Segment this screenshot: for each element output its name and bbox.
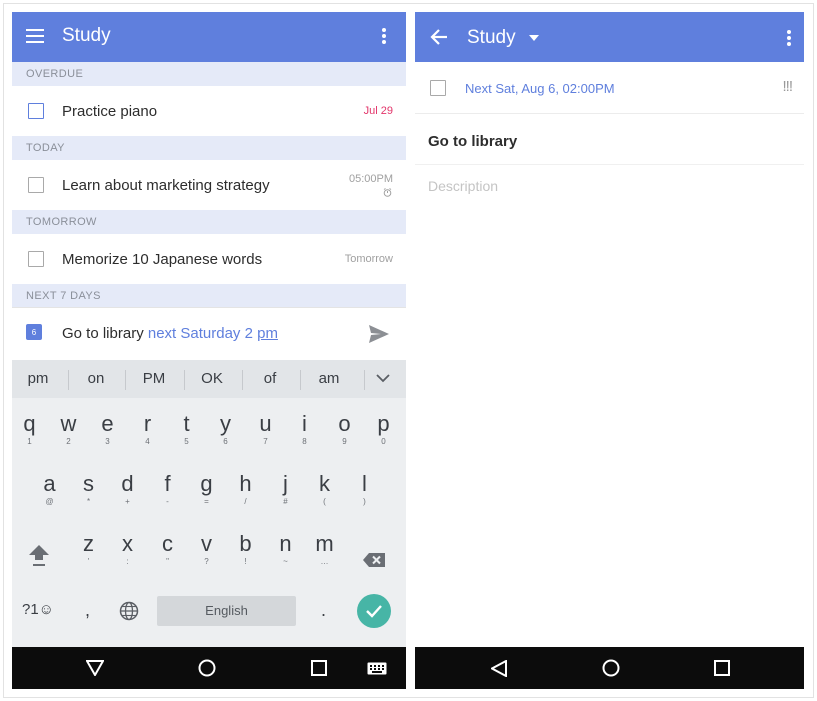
send-icon[interactable] bbox=[368, 324, 390, 344]
suggestion-item[interactable]: pm bbox=[13, 370, 63, 387]
task-checkbox[interactable] bbox=[28, 103, 44, 119]
key-s[interactable]: s * bbox=[69, 472, 108, 508]
comma-key[interactable]: , bbox=[85, 600, 90, 621]
task-checkbox[interactable] bbox=[28, 177, 44, 193]
suggestion-strip: pm on PM OK of am bbox=[12, 360, 406, 398]
key-y[interactable]: y6 bbox=[206, 412, 245, 448]
globe-icon[interactable] bbox=[119, 601, 139, 621]
system-nav-bar bbox=[415, 647, 804, 689]
parsed-date-text: next Saturday 2 bbox=[147, 325, 253, 342]
task-checkbox[interactable] bbox=[28, 251, 44, 267]
space-bar[interactable]: English bbox=[157, 596, 296, 626]
period-key[interactable]: . bbox=[321, 600, 326, 621]
recents-icon[interactable] bbox=[311, 660, 327, 676]
key-t[interactable]: t5 bbox=[167, 412, 206, 448]
divider bbox=[415, 164, 804, 165]
done-button[interactable] bbox=[357, 594, 391, 628]
section-header-today: TODAY bbox=[12, 136, 406, 160]
dropdown-arrow-icon[interactable] bbox=[529, 35, 539, 41]
calendar-icon[interactable]: 6 bbox=[26, 324, 42, 340]
task-due-time: 05:00PM bbox=[348, 173, 393, 185]
key-g[interactable]: g = bbox=[187, 472, 226, 508]
quick-add-input[interactable]: Go to library next Saturday 2 pm bbox=[62, 325, 278, 342]
section-header-overdue: OVERDUE bbox=[12, 62, 406, 86]
key-h[interactable]: h / bbox=[226, 472, 265, 508]
priority-flag[interactable]: !!! bbox=[782, 78, 792, 95]
task-title-field[interactable]: Go to library bbox=[428, 133, 517, 150]
key-j[interactable]: j # bbox=[266, 472, 305, 508]
reminder-icon bbox=[383, 188, 392, 197]
parsed-date-suffix: pm bbox=[257, 325, 278, 342]
app-bar: Study bbox=[415, 12, 804, 64]
checkmark-icon bbox=[366, 605, 382, 618]
key-m[interactable]: m… bbox=[305, 532, 344, 568]
back-icon[interactable] bbox=[491, 660, 507, 677]
more-options-icon[interactable] bbox=[787, 30, 791, 46]
task-label: Learn about marketing strategy bbox=[62, 177, 270, 194]
shift-icon[interactable] bbox=[28, 543, 50, 567]
section-header-next-7-days: NEXT 7 DAYS bbox=[12, 284, 406, 308]
key-l[interactable]: l) bbox=[345, 472, 384, 508]
soft-keyboard: pm on PM OK of am q1 w2 e3 r4 t5 y6 u7 i… bbox=[12, 360, 406, 647]
list-selector-title[interactable]: Study bbox=[467, 27, 516, 49]
home-icon[interactable] bbox=[602, 659, 620, 677]
task-due-date: Jul 29 bbox=[363, 105, 393, 117]
menu-icon[interactable] bbox=[26, 29, 44, 43]
key-p[interactable]: p0 bbox=[364, 412, 403, 448]
task-label: Practice piano bbox=[62, 103, 158, 120]
key-b[interactable]: b! bbox=[226, 532, 265, 568]
key-f[interactable]: f- bbox=[148, 472, 187, 508]
task-checkbox[interactable] bbox=[430, 80, 446, 96]
key-n[interactable]: n ~ bbox=[266, 532, 305, 568]
suggestion-item[interactable]: on bbox=[71, 370, 121, 387]
key-w[interactable]: w2 bbox=[49, 412, 88, 448]
system-nav-bar bbox=[12, 647, 406, 689]
key-v[interactable]: v? bbox=[187, 532, 226, 568]
key-o[interactable]: o9 bbox=[325, 412, 364, 448]
task-list-screen: Study OVERDUE Practice piano Jul 29 TODA… bbox=[12, 12, 406, 689]
key-d[interactable]: d + bbox=[108, 472, 147, 508]
suggestion-item[interactable]: PM bbox=[129, 370, 179, 387]
more-options-icon[interactable] bbox=[382, 28, 386, 44]
back-icon[interactable] bbox=[86, 660, 104, 676]
task-detail-screen: Study Next Sat, Aug 6, 02:00PM !!! Go to… bbox=[415, 12, 804, 689]
suggestion-item[interactable]: of bbox=[245, 370, 295, 387]
section-header-tomorrow: TOMORROW bbox=[12, 210, 406, 234]
key-k[interactable]: k( bbox=[305, 472, 344, 508]
task-row[interactable]: Learn about marketing strategy 05:00PM bbox=[12, 160, 406, 210]
task-label: Memorize 10 Japanese words bbox=[62, 251, 263, 268]
key-e[interactable]: e3 bbox=[88, 412, 127, 448]
app-bar: Study bbox=[12, 12, 406, 62]
description-field[interactable]: Description bbox=[428, 178, 498, 194]
suggestion-item[interactable]: am bbox=[304, 370, 354, 387]
key-r[interactable]: r4 bbox=[128, 412, 167, 448]
back-arrow-icon[interactable] bbox=[430, 29, 448, 45]
due-date-text[interactable]: Next Sat, Aug 6, 02:00PM bbox=[465, 81, 615, 96]
key-i[interactable]: i8 bbox=[285, 412, 324, 448]
suggestion-item[interactable]: OK bbox=[187, 370, 237, 387]
home-icon[interactable] bbox=[198, 659, 216, 677]
task-row[interactable]: Practice piano Jul 29 bbox=[12, 86, 406, 136]
task-due-date: Tomorrow bbox=[344, 253, 393, 265]
task-row[interactable]: Memorize 10 Japanese words Tomorrow bbox=[12, 234, 406, 284]
chevron-down-icon[interactable] bbox=[376, 374, 390, 383]
key-x[interactable]: x: bbox=[108, 532, 147, 568]
due-date-row[interactable]: Next Sat, Aug 6, 02:00PM !!! bbox=[415, 62, 804, 114]
key-a[interactable]: a @ bbox=[30, 472, 69, 508]
quick-add-text: Go to library bbox=[62, 325, 144, 342]
keyboard-switch-icon[interactable] bbox=[367, 662, 387, 675]
key-u[interactable]: u7 bbox=[246, 412, 285, 448]
list-title[interactable]: Study bbox=[62, 25, 111, 47]
quick-add-bar[interactable]: 6 Go to library next Saturday 2 pm bbox=[12, 307, 406, 359]
backspace-icon[interactable] bbox=[362, 552, 386, 568]
key-q[interactable]: q1 bbox=[12, 412, 49, 448]
key-c[interactable]: c " bbox=[148, 532, 187, 568]
symbols-key[interactable]: ?1☺ bbox=[22, 601, 54, 618]
recents-icon[interactable] bbox=[714, 660, 730, 676]
key-z[interactable]: z ' bbox=[69, 532, 108, 568]
